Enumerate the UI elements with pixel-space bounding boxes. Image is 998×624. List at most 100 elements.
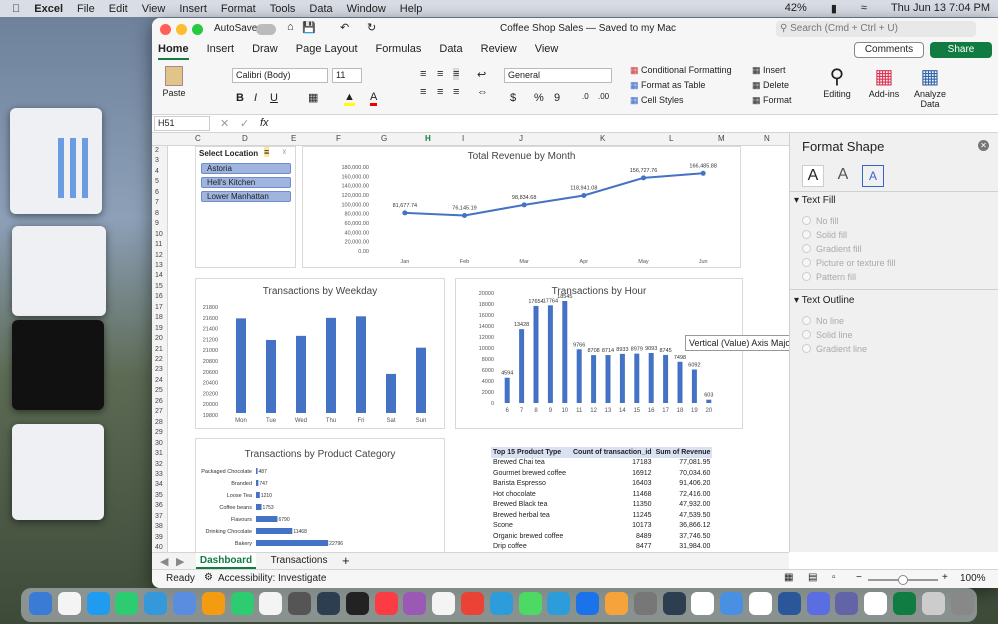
text-fill-outline-tab[interactable]: A	[802, 165, 824, 187]
dock-app-icon[interactable]	[662, 592, 686, 615]
pivot-header-cell[interactable]: Count of transaction_id	[571, 447, 654, 458]
row-header[interactable]: 28	[155, 419, 163, 426]
minimize-window-button[interactable]	[176, 24, 187, 35]
search-box[interactable]: ⚲ Search (Cmd + Ctrl + U)	[776, 21, 976, 37]
transactions-by-hour-chart[interactable]: Transactions by Hour 20000 18000 16000 1400…	[455, 278, 743, 429]
percent-icon[interactable]: %	[534, 92, 544, 104]
dock-app-icon[interactable]	[633, 592, 657, 615]
dock-app-icon[interactable]	[29, 592, 52, 615]
tab-view[interactable]: View	[535, 40, 559, 60]
dock-app-icon[interactable]	[518, 592, 542, 615]
align-top-icon[interactable]: ≡	[420, 68, 426, 80]
wifi-icon[interactable]: ≈	[861, 2, 867, 15]
dock-app-icon[interactable]	[201, 592, 225, 615]
borders-icon[interactable]: ▦	[308, 91, 318, 104]
row-header[interactable]: 11	[155, 241, 162, 248]
accessibility-icon[interactable]: ⚙	[204, 572, 213, 583]
wrap-text-icon[interactable]: ↩	[477, 68, 486, 81]
zoom-level[interactable]: 100%	[960, 573, 986, 584]
menu-data[interactable]: Data	[309, 3, 332, 15]
normal-view-icon[interactable]: ▦	[784, 572, 793, 583]
comma-icon[interactable]: 9	[554, 92, 560, 104]
add-ins-button[interactable]: ▦ Add-ins	[864, 64, 904, 99]
zoom-window-button[interactable]	[192, 24, 203, 35]
comments-button[interactable]: Comments	[854, 42, 924, 58]
app-menu[interactable]: Excel	[34, 3, 63, 15]
row-header[interactable]: 34	[155, 481, 163, 488]
fill-color-icon[interactable]: ▲	[344, 91, 355, 106]
row-header[interactable]: 9	[155, 220, 159, 227]
align-right-icon[interactable]: ≡	[453, 86, 459, 98]
redo-icon[interactable]: ↻	[367, 21, 376, 34]
row-header[interactable]: 6	[155, 189, 159, 196]
bold-button[interactable]: B	[236, 92, 244, 104]
next-sheet-icon[interactable]: ▶	[176, 555, 184, 568]
row-header[interactable]: 8	[155, 210, 159, 217]
number-format-select[interactable]: General	[504, 68, 612, 83]
sheet-tab-dashboard[interactable]: Dashboard	[196, 553, 256, 569]
pivot-row[interactable]: Brewed herbal tea 11245 47,539.50	[491, 510, 712, 521]
row-header[interactable]: 33	[155, 471, 163, 478]
apple-icon[interactable]: 	[12, 3, 20, 15]
row-header[interactable]: 2	[155, 147, 159, 154]
dock-app-icon[interactable]	[288, 592, 312, 615]
slicer-item-hells-kitchen[interactable]: Hell's Kitchen	[201, 177, 291, 188]
font-name-select[interactable]: Calibri (Body)	[232, 68, 328, 83]
accessibility-status[interactable]: Accessibility: Investigate	[218, 573, 326, 584]
row-header[interactable]: 32	[155, 461, 163, 468]
cancel-icon[interactable]: ✕	[220, 117, 229, 130]
row-header[interactable]: 27	[155, 408, 163, 415]
dock-app-icon[interactable]	[921, 592, 945, 615]
battery-icon[interactable]: ▮	[831, 2, 837, 15]
menu-tools[interactable]: Tools	[270, 3, 296, 15]
dock-app-icon[interactable]	[720, 592, 744, 615]
sheet-tab-transactions[interactable]: Transactions	[264, 553, 334, 569]
row-header[interactable]: 4	[155, 168, 159, 175]
zoom-in-icon[interactable]: +	[942, 572, 948, 583]
tab-page-layout[interactable]: Page Layout	[296, 40, 358, 60]
solid-line-option[interactable]: Solid line	[802, 330, 853, 340]
row-header[interactable]: 7	[155, 199, 159, 206]
dock-app-icon[interactable]	[115, 592, 139, 615]
align-bottom-icon[interactable]: ≡	[453, 68, 460, 80]
dock-app-icon[interactable]	[950, 592, 974, 615]
row-header[interactable]: 26	[155, 398, 163, 405]
dock-app-icon[interactable]	[749, 592, 772, 615]
menu-help[interactable]: Help	[400, 3, 423, 15]
dock-app-icon[interactable]	[576, 592, 600, 615]
share-button[interactable]: Share	[930, 42, 992, 58]
increase-decimal-icon[interactable]: .0	[582, 92, 589, 101]
window-thumbnail-1[interactable]	[10, 108, 102, 214]
row-header[interactable]: 22	[155, 356, 163, 363]
tab-insert[interactable]: Insert	[207, 40, 235, 60]
dock-app-icon[interactable]	[432, 592, 456, 615]
column-header[interactable]: I	[462, 134, 464, 143]
close-window-button[interactable]	[160, 24, 171, 35]
paste-button[interactable]: Paste	[162, 64, 186, 108]
solid-fill-option[interactable]: Solid fill	[802, 230, 847, 240]
column-header[interactable]: G	[381, 134, 387, 143]
merge-icon[interactable]: ⇔	[477, 86, 488, 98]
dashboard-sheet[interactable]: Select Location ≡ ☓ Astoria Hell's Kitch…	[168, 146, 789, 552]
tab-review[interactable]: Review	[481, 40, 517, 60]
dock-app-icon[interactable]	[835, 592, 859, 615]
row-header[interactable]: 12	[155, 252, 163, 259]
slicer-item-astoria[interactable]: Astoria	[201, 163, 291, 174]
row-header[interactable]: 23	[155, 366, 163, 373]
row-header[interactable]: 25	[155, 387, 163, 394]
row-header[interactable]: 14	[155, 272, 163, 279]
currency-icon[interactable]: $	[510, 92, 516, 104]
tab-data[interactable]: Data	[439, 40, 462, 60]
dock-app-icon[interactable]	[806, 592, 830, 615]
row-header[interactable]: 37	[155, 513, 163, 520]
row-header[interactable]: 10	[155, 231, 163, 238]
zoom-slider[interactable]	[868, 575, 938, 585]
gradient-line-option[interactable]: Gradient line	[802, 344, 867, 354]
clock[interactable]: Thu Jun 13 7:04 PM	[891, 2, 990, 15]
formula-input[interactable]	[278, 116, 988, 131]
insert-cells-button[interactable]: ▦ Insert	[752, 65, 786, 76]
page-break-view-icon[interactable]: ▫	[832, 572, 836, 583]
row-header[interactable]: 31	[155, 450, 163, 457]
column-header[interactable]: C	[195, 134, 201, 143]
autosave-toggle[interactable]	[256, 24, 276, 35]
